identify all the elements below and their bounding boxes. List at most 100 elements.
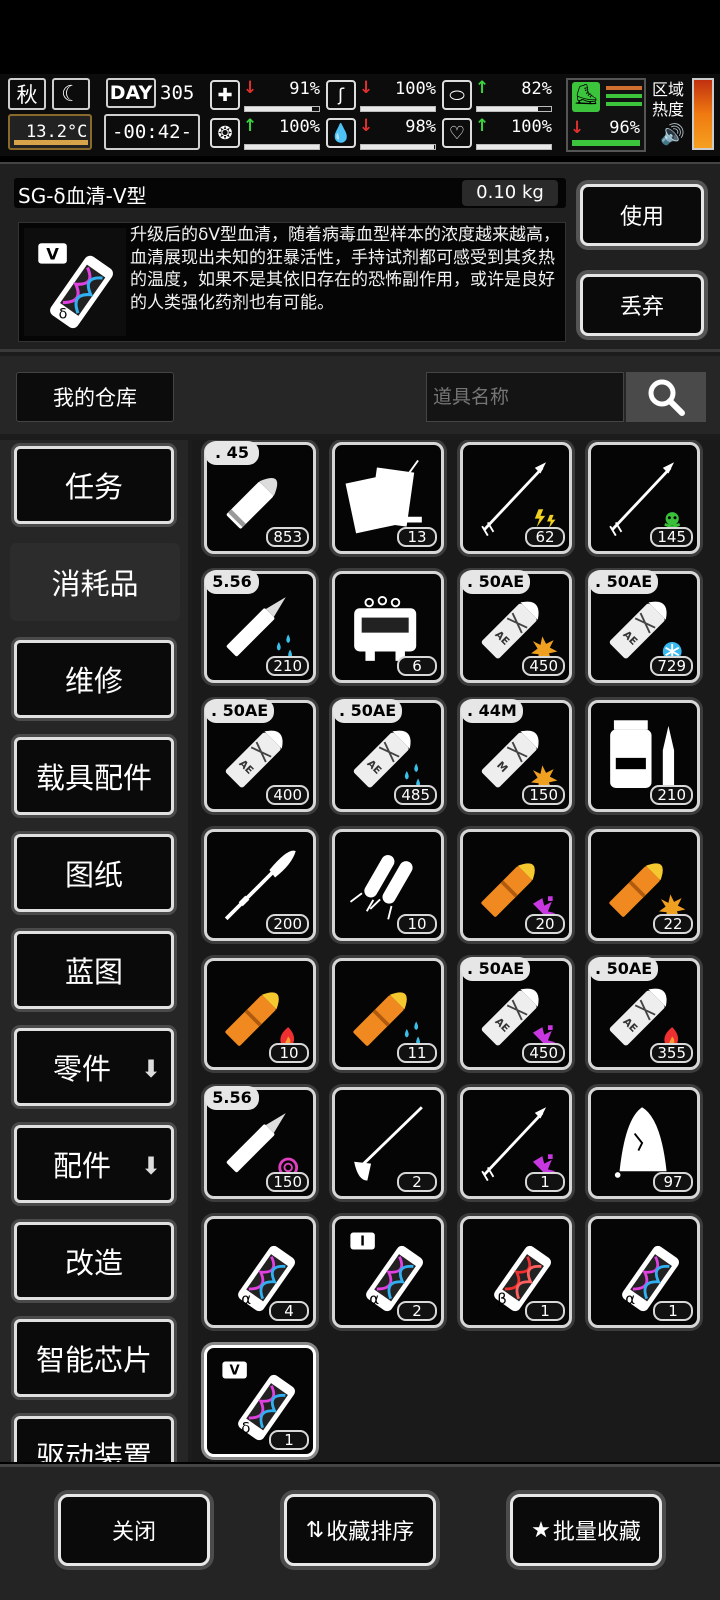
svg-text:δ: δ xyxy=(241,1419,250,1437)
item-slot-shatter-arrow[interactable]: 1 xyxy=(460,1087,572,1199)
water-drop-icon: 💧 xyxy=(326,118,356,148)
stat-bar xyxy=(476,144,552,150)
search-button[interactable] xyxy=(626,372,706,422)
close-button[interactable]: 关闭 xyxy=(58,1494,210,1566)
item-count: 150 xyxy=(266,1172,309,1192)
stat-bar-fill xyxy=(245,107,313,111)
status-bar: 秋 ☾ 13.2°C DAY 305 -00:42- ✚ ↓ 91% ʃ ↓ 1… xyxy=(0,74,720,156)
category-10[interactable]: 驱动装置 xyxy=(14,1416,174,1462)
medkit-icon: ✚ xyxy=(210,80,240,110)
item-slot-serum-beta[interactable]: β1 xyxy=(460,1216,572,1328)
item-count: 6 xyxy=(397,656,437,676)
item-slot-gold-round-fire[interactable]: 10 xyxy=(204,958,316,1070)
category-label: 改造 xyxy=(64,1246,123,1280)
stat-bar xyxy=(360,106,436,112)
discard-button[interactable]: 丢弃 xyxy=(580,274,704,336)
item-slot-serum-delta-v[interactable]: δ V 1 xyxy=(204,1345,316,1457)
ammo-caliber-tag: . 50AE xyxy=(205,699,275,723)
item-slot-round-50ae-freeze[interactable]: AE. 50AE 729 xyxy=(588,570,700,683)
item-count: 210 xyxy=(650,785,693,805)
item-slot-rifle-round-556-water[interactable]: 5.56 210 xyxy=(204,570,316,683)
trend-down-icon: ↓ xyxy=(243,78,258,98)
stat-bar-fill xyxy=(245,145,319,149)
item-slot-twin-rocket[interactable]: 10 xyxy=(332,829,444,941)
item-count: 1 xyxy=(653,1301,693,1321)
trend-up-icon: ↑ xyxy=(475,116,490,136)
use-button[interactable]: 使用 xyxy=(580,184,704,246)
arrow-down-icon: ⬇ xyxy=(140,1055,161,1083)
item-slot-gold-round-explosive[interactable]: 22 xyxy=(588,829,700,941)
stat-immunity: ⬭ ↑ 82% xyxy=(442,78,554,114)
speaker-icon[interactable]: 🔊 xyxy=(660,122,685,146)
warehouse-tab[interactable]: 我的仓库 xyxy=(16,372,174,422)
item-slot-round-44m-explosive[interactable]: M. 44M 150 xyxy=(460,699,572,812)
category-label: 消耗品 xyxy=(51,567,139,601)
category-0[interactable]: 任务 xyxy=(14,446,174,524)
item-slot-pistol-round-45[interactable]: . 45 853 xyxy=(204,441,316,554)
item-slot-gold-round-shatter[interactable]: 20 xyxy=(460,829,572,941)
category-5[interactable]: 蓝图 xyxy=(14,931,174,1009)
item-slot-cloth-sack[interactable]: 97 xyxy=(588,1087,700,1199)
item-count: 200 xyxy=(266,914,309,934)
stat-bar-fill xyxy=(361,145,434,149)
favorite-sort-button[interactable]: ⇅ 收藏排序 xyxy=(284,1494,436,1566)
item-slot-round-50ae-water[interactable]: AE. 50AE 485 xyxy=(332,699,444,812)
warehouse-label: 我的仓库 xyxy=(53,386,137,410)
star-icon: ★ xyxy=(531,1517,551,1543)
item-slot-serum-alpha-broken[interactable]: α4 xyxy=(204,1216,316,1328)
item-slot-round-50ae-plain[interactable]: AE. 50AE 400 xyxy=(204,699,316,812)
item-search-input[interactable] xyxy=(426,372,624,422)
category-4[interactable]: 图纸 xyxy=(14,834,174,912)
item-count: 450 xyxy=(522,656,565,676)
category-sidebar: 任务消耗品维修载具配件图纸蓝图零件 ⬇ 配件 ⬇ 改造智能芯片驱动装置 xyxy=(0,440,188,1462)
item-count: 2 xyxy=(397,1301,437,1321)
category-7[interactable]: 配件 ⬇ xyxy=(14,1125,174,1203)
category-1[interactable]: 消耗品 xyxy=(10,543,180,621)
category-3[interactable]: 载具配件 xyxy=(14,737,174,815)
item-count: 450 xyxy=(522,1043,565,1063)
category-label: 任务 xyxy=(64,470,123,504)
svg-text:β: β xyxy=(497,1290,507,1308)
item-slot-round-50ae-explosive[interactable]: AE. 50AE 450 xyxy=(460,570,572,683)
category-6[interactable]: 零件 ⬇ xyxy=(14,1028,174,1106)
item-slot-machine-part[interactable]: 6 xyxy=(332,571,444,683)
stat-bar-fill xyxy=(361,107,435,111)
moon-icon: ☾ xyxy=(52,78,90,110)
category-label: 维修 xyxy=(64,664,123,698)
temperature-bar xyxy=(14,140,88,145)
item-count: 1 xyxy=(525,1301,565,1321)
item-slot-serum-alpha[interactable]: α1 xyxy=(588,1216,700,1328)
stomach-icon: ʃ xyxy=(326,80,356,110)
item-count: 210 xyxy=(266,656,309,676)
item-slot-medicine-vial[interactable]: 210 xyxy=(588,700,700,812)
batch-favorite-button[interactable]: ★ 批量收藏 xyxy=(510,1494,662,1566)
item-title-bar: SG-δ血清-V型 0.10 kg xyxy=(14,178,566,208)
item-slot-shock-arrow[interactable]: 62 xyxy=(460,442,572,554)
item-count: 13 xyxy=(397,527,437,547)
stat-value: 98% xyxy=(405,117,436,137)
category-8[interactable]: 改造 xyxy=(14,1222,174,1300)
item-slot-gold-round-water[interactable]: 11 xyxy=(332,958,444,1070)
item-slot-serum-alpha-i[interactable]: α I 2 xyxy=(332,1216,444,1328)
stat-bar-fill xyxy=(477,145,551,149)
item-slot-round-50ae-shatter[interactable]: AE. 50AE 450 xyxy=(460,957,572,1070)
item-count: 11 xyxy=(397,1043,437,1063)
item-slot-poison-arrow[interactable]: 145 xyxy=(588,442,700,554)
item-slot-round-50ae-fire[interactable]: AE. 50AE 355 xyxy=(588,957,700,1070)
stat-bar xyxy=(244,144,320,150)
brain-icon: ❂ xyxy=(210,118,240,148)
item-slot-feather-dart[interactable]: 200 xyxy=(204,829,316,941)
stat-bar xyxy=(360,144,436,150)
serum-delta-icon: V δ xyxy=(24,228,126,336)
batch-button-label: 批量收藏 xyxy=(552,1520,641,1545)
arrow-down-icon: ⬇ xyxy=(140,1152,161,1180)
item-slot-rifle-round-556-spiral[interactable]: 5.56 150 xyxy=(204,1086,316,1199)
category-2[interactable]: 维修 xyxy=(14,640,174,718)
item-slot-supply-bundle[interactable]: 13 xyxy=(332,442,444,554)
stamina-line xyxy=(606,102,642,106)
item-count: 97 xyxy=(653,1172,693,1192)
item-slot-brush-spear[interactable]: 2 xyxy=(332,1087,444,1199)
stat-bar xyxy=(244,106,320,112)
category-9[interactable]: 智能芯片 xyxy=(14,1319,174,1397)
svg-text:I: I xyxy=(360,1235,365,1250)
